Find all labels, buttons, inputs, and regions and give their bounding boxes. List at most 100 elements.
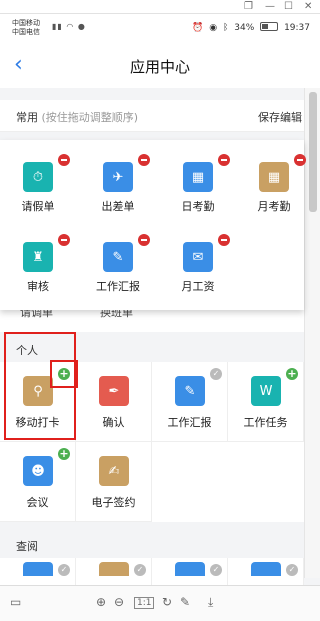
- common-item-business-trip[interactable]: ✈ 出差单: [80, 140, 156, 220]
- app-e-sign[interactable]: ✍ 电子签约: [76, 442, 152, 522]
- check-icon: ✓: [286, 564, 298, 576]
- check-icon: ✓: [210, 564, 222, 576]
- check-icon: ✓: [134, 564, 146, 576]
- highlight-box-add: [50, 360, 78, 388]
- item-label: 工作任务: [243, 416, 288, 429]
- section-title: 查阅: [16, 540, 38, 553]
- app-icon: [99, 562, 129, 576]
- item-label: 确认: [102, 416, 125, 429]
- item-label: 审核: [27, 280, 49, 293]
- item-label: 会议: [26, 496, 49, 509]
- actual-size-icon[interactable]: 1:1: [134, 597, 155, 609]
- notification-icon: ●: [77, 22, 86, 31]
- bluetooth-icon: ᛒ: [223, 23, 229, 33]
- item-label: 工作汇报: [96, 280, 140, 293]
- status-icons: ▮▮ ◠ ●: [52, 22, 86, 31]
- download-icon[interactable]: ⤓: [208, 595, 213, 610]
- airplane-icon: ✈: [103, 162, 133, 192]
- app-icon: [175, 562, 205, 576]
- add-icon[interactable]: +: [286, 368, 298, 380]
- wifi-icon: ◠: [66, 22, 75, 31]
- signal-icon: ▮▮: [52, 22, 63, 31]
- screen-icon[interactable]: ▭: [10, 595, 21, 609]
- app-work-report[interactable]: ✎ ✓ 工作汇报: [152, 362, 228, 442]
- section-query-header: 查阅: [0, 532, 304, 558]
- common-item-work-report[interactable]: ✎ 工作汇报: [80, 220, 156, 300]
- carrier-1: 中国移动: [12, 19, 40, 27]
- pencil-icon[interactable]: ✎: [180, 595, 190, 609]
- page-title: 应用中心: [129, 58, 190, 76]
- behind-label-a: 请调单: [20, 310, 53, 319]
- alarm-icon: ⏰: [192, 23, 204, 33]
- maximize-button[interactable]: ☐: [284, 0, 293, 13]
- common-section-label: 常用 (按住拖动调整顺序): [16, 109, 138, 125]
- behind-label-b: 换班单: [100, 310, 133, 319]
- common-label: 常用: [16, 111, 38, 124]
- query-item[interactable]: ✓: [76, 558, 152, 585]
- remove-icon[interactable]: [58, 154, 70, 166]
- common-apps-panel: ⏱ 请假单 ✈ 出差单 ▦ 日考勤 ▦ 月考勤 ♜ 审核 ✎ 工作汇报 ✉ 月工…: [0, 140, 306, 310]
- close-window-button[interactable]: ✕: [304, 0, 312, 13]
- common-item-leave[interactable]: ⏱ 请假单: [0, 140, 76, 220]
- save-edit-button[interactable]: 保存编辑: [258, 109, 302, 125]
- add-icon[interactable]: +: [58, 448, 70, 460]
- underlying-row: 请调单 换班单: [0, 310, 304, 332]
- restore-icon[interactable]: ❐: [244, 0, 253, 13]
- item-label: 请假单: [21, 200, 55, 213]
- window-titlebar: ❐ — ☐ ✕: [0, 0, 320, 14]
- remove-icon[interactable]: [138, 154, 150, 166]
- app-work-task[interactable]: W + 工作任务: [228, 362, 304, 442]
- common-item-daily-attendance[interactable]: ▦ 日考勤: [160, 140, 236, 220]
- status-right: ⏰ ◉ ᛒ 34% 19:37: [189, 22, 310, 33]
- check-icon: ✓: [210, 368, 222, 380]
- remove-icon[interactable]: [58, 234, 70, 246]
- bottom-toolbar: ▭ ⊕ ⊖ 1:1 ↻ ✎ ⤓: [0, 585, 320, 621]
- remove-icon[interactable]: [138, 234, 150, 246]
- carrier-2: 中国电信: [12, 28, 40, 36]
- battery-icon: [260, 22, 279, 31]
- stamp-icon: ♜: [23, 242, 53, 272]
- minimize-button[interactable]: —: [265, 0, 275, 13]
- item-label: 工作汇报: [167, 416, 212, 429]
- zoom-in-icon[interactable]: ⊕: [96, 595, 106, 609]
- item-label: 日考勤: [181, 200, 215, 213]
- envelope-icon: ✉: [183, 242, 213, 272]
- carrier-info: 中国移动 中国电信: [12, 19, 40, 37]
- zoom-out-icon[interactable]: ⊖: [114, 595, 124, 609]
- query-item[interactable]: ✓: [228, 558, 304, 585]
- app-confirm[interactable]: ✒ 确认: [76, 362, 152, 442]
- person-clock-icon: ⏱: [23, 162, 53, 192]
- clock: 19:37: [284, 23, 310, 33]
- meeting-icon: ☻: [23, 456, 53, 486]
- remove-icon[interactable]: [218, 154, 230, 166]
- common-item-monthly-salary[interactable]: ✉ 月工资: [160, 220, 236, 300]
- check-icon: ✓: [58, 564, 70, 576]
- status-bar: 中国移动 中国电信 ▮▮ ◠ ● ⏰ ◉ ᛒ 34% 19:37: [0, 14, 320, 44]
- remove-icon[interactable]: [294, 154, 306, 166]
- contract-icon: ✍: [99, 456, 129, 486]
- query-item[interactable]: ✓: [0, 558, 76, 585]
- calendar-icon: ▦: [259, 162, 289, 192]
- drag-hint: (按住拖动调整顺序): [41, 111, 139, 124]
- pen-icon: ✒: [99, 376, 129, 406]
- rotate-icon[interactable]: ↻: [162, 595, 172, 609]
- item-label: 月考勤: [257, 200, 291, 213]
- item-label: 月工资: [181, 280, 215, 293]
- eye-icon: ◉: [209, 23, 218, 33]
- remove-icon[interactable]: [218, 234, 230, 246]
- battery-percent: 34%: [234, 23, 255, 33]
- app-icon: [251, 562, 281, 576]
- item-label: 出差单: [101, 200, 135, 213]
- common-item-monthly-attendance[interactable]: ▦ 月考勤: [236, 140, 312, 220]
- query-grid: ✓ ✓ ✓ ✓: [0, 558, 304, 585]
- query-item[interactable]: ✓: [152, 558, 228, 585]
- item-label: 电子签约: [91, 496, 136, 509]
- calendar-icon: ▦: [183, 162, 213, 192]
- app-icon: [23, 562, 53, 576]
- common-item-review[interactable]: ♜ 审核: [0, 220, 76, 300]
- app-meeting[interactable]: ☻ + 会议: [0, 442, 76, 522]
- edit-bar: 常用 (按住拖动调整顺序) 保存编辑: [0, 100, 304, 132]
- edit-doc-icon: ✎: [103, 242, 133, 272]
- edit-doc-icon: ✎: [175, 376, 205, 406]
- task-icon: W: [251, 376, 281, 406]
